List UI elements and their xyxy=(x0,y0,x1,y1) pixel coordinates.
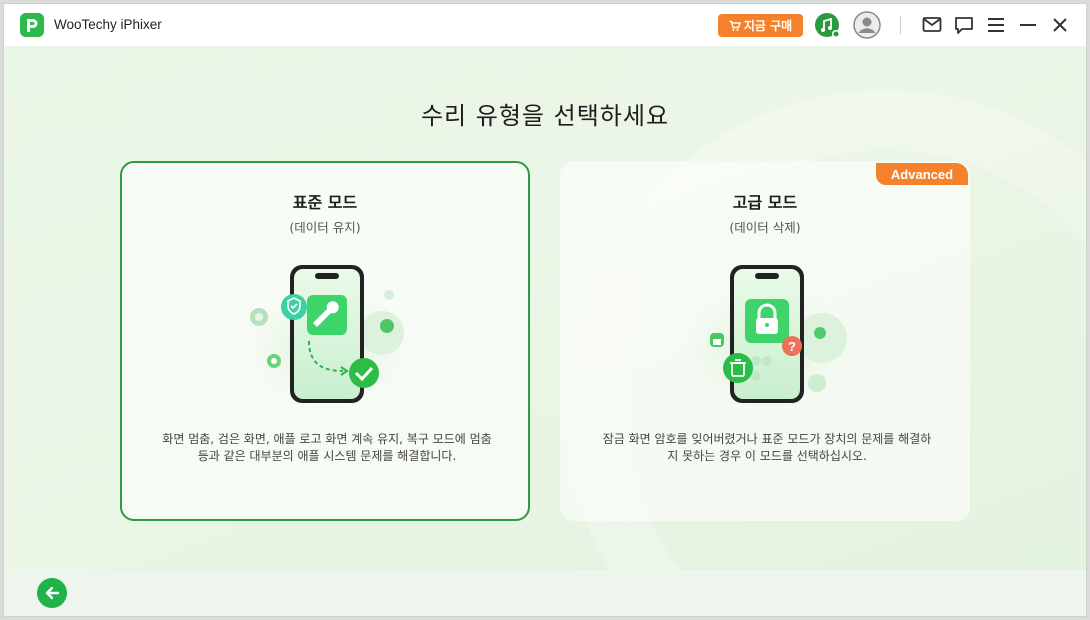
title-bar: WooTechy iPhixer 지금 구매 xyxy=(4,4,1086,46)
svg-text:?: ? xyxy=(788,339,796,354)
app-logo-icon xyxy=(20,13,44,37)
app-title: WooTechy iPhixer xyxy=(54,17,162,32)
phone-wrench-illustration xyxy=(242,265,412,410)
app-window: WooTechy iPhixer 지금 구매 수리 유형을 선택하세요 표준 모… xyxy=(4,4,1086,616)
titlebar-divider xyxy=(900,16,901,34)
buy-now-label: 지금 구매 xyxy=(743,19,793,33)
card-subtitle: (데이터 삭제) xyxy=(729,220,801,235)
minimize-icon[interactable] xyxy=(1019,17,1037,33)
menu-icon[interactable] xyxy=(987,17,1005,33)
close-icon[interactable] xyxy=(1051,16,1069,34)
phone-lock-illustration: ? xyxy=(682,265,852,410)
main-content: 수리 유형을 선택하세요 표준 모드 (데이터 유지) 화면 멈춤, 검은 화면… xyxy=(4,46,1086,570)
chat-icon[interactable] xyxy=(954,16,974,35)
music-badge-icon[interactable] xyxy=(814,12,842,40)
card-subtitle: (데이터 유지) xyxy=(289,220,361,235)
card-description: 화면 멈춤, 검은 화면, 애플 로고 화면 계속 유지, 복구 모드에 멈춤 … xyxy=(162,432,492,463)
footer-bar xyxy=(4,570,1086,616)
page-title: 수리 유형을 선택하세요 xyxy=(420,102,670,130)
card-title: 고급 모드 xyxy=(732,193,798,212)
standard-mode-card[interactable]: 표준 모드 (데이터 유지) 화면 멈춤, 검은 화면, 애플 로고 화면 계속… xyxy=(120,161,530,521)
mail-icon[interactable] xyxy=(922,16,942,34)
user-avatar-icon[interactable] xyxy=(853,11,881,39)
card-description: 잠금 화면 암호를 잊어버렸거나 표준 모드가 장치의 문제를 해결하지 못하는… xyxy=(602,432,932,463)
advanced-mode-card[interactable]: Advanced 고급 모드 (데이터 삭제) ? 잠금 화면 암호를 잊어버렸… xyxy=(560,161,970,521)
arrow-left-icon xyxy=(45,586,60,600)
back-button[interactable] xyxy=(37,578,67,608)
buy-now-button[interactable]: 지금 구매 xyxy=(718,14,803,37)
cart-icon xyxy=(729,20,741,31)
card-title: 표준 모드 xyxy=(292,193,358,212)
advanced-badge: Advanced xyxy=(876,163,968,185)
